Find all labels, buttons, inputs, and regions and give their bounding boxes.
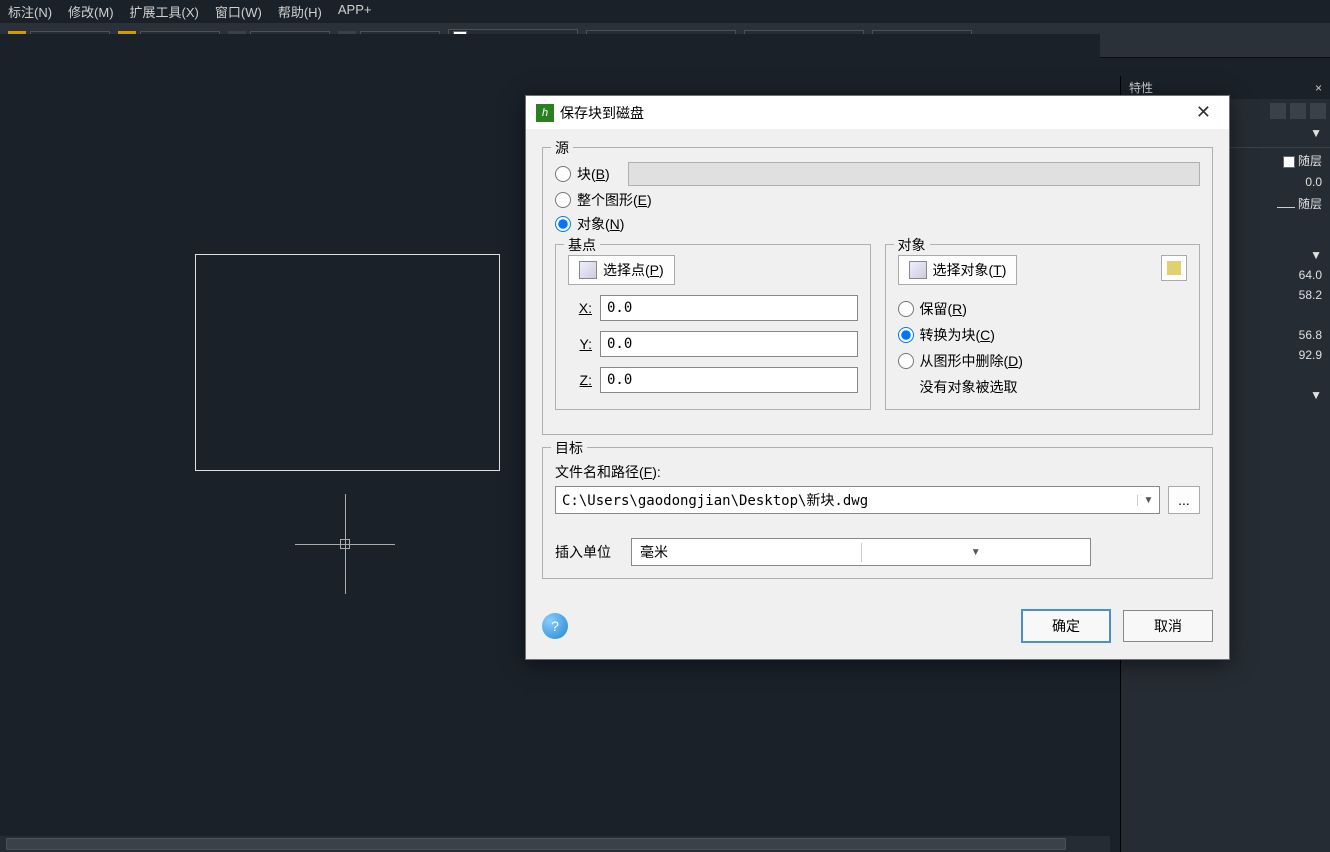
menu-app-plus[interactable]: APP+ [338,2,372,21]
retain-radio[interactable] [898,301,914,317]
save-block-dialog: h 保存块到磁盘 ✕ 源 块(B) 整个图形(E) 对象(N) [525,95,1230,660]
source-objects-label[interactable]: 对象(N) [577,214,624,234]
objects-legend: 对象 [894,235,930,255]
source-block-label[interactable]: 块(B) [577,164,610,184]
select-objects-button[interactable]: 选择对象(T) [898,255,1018,285]
y-label: Y: [568,336,592,352]
convert-label[interactable]: 转换为块(C) [920,325,995,345]
no-objects-label: 没有对象被选取 [920,377,1188,397]
delete-label[interactable]: 从图形中删除(D) [920,351,1023,371]
unit-dropdown-arrow[interactable]: ▼ [861,543,1091,562]
source-legend: 源 [551,138,573,158]
rectangle-shape[interactable] [195,254,500,471]
source-entire-radio[interactable] [555,192,571,208]
basepoint-legend: 基点 [564,235,600,255]
cancel-button[interactable]: 取消 [1123,610,1213,642]
source-fieldset: 源 块(B) 整个图形(E) 对象(N) 基点 选择 [542,147,1213,435]
source-objects-radio[interactable] [555,216,571,232]
delete-radio[interactable] [898,353,914,369]
target-fieldset: 目标 文件名和路径(F): ▼ ... 插入单位 毫米 ▼ [542,447,1213,579]
x-label: X: [568,300,592,316]
unit-label: 插入单位 [555,542,611,562]
retain-label[interactable]: 保留(R) [920,299,967,319]
path-input[interactable] [556,488,1137,512]
dialog-title: 保存块到磁盘 [560,103,644,123]
menu-annotate[interactable]: 标注(N) [8,2,52,21]
source-block-radio[interactable] [555,166,571,182]
app-icon: h [536,104,554,122]
browse-button[interactable]: ... [1168,486,1200,514]
x-input[interactable] [600,295,858,321]
z-label: Z: [568,372,592,388]
pick-point-button[interactable]: 选择点(P) [568,255,675,285]
path-label: 文件名和路径(F): [555,462,1200,482]
block-name-combo [628,162,1200,186]
menu-window[interactable]: 窗口(W) [215,2,262,21]
quick-select-icon[interactable] [1270,103,1286,119]
basepoint-fieldset: 基点 选择点(P) X: Y: Z: [555,244,871,410]
convert-radio[interactable] [898,327,914,343]
quick-select-icon-dlg [1167,261,1181,275]
unit-combo[interactable]: 毫米 ▼ [631,538,1091,566]
dialog-titlebar[interactable]: h 保存块到磁盘 ✕ [526,96,1229,129]
path-dropdown-arrow[interactable]: ▼ [1137,495,1159,506]
quick-select-button[interactable] [1161,255,1187,281]
ok-button[interactable]: 确定 [1021,609,1111,643]
select-objects-icon[interactable] [1290,103,1306,119]
menu-tools[interactable]: 扩展工具(X) [130,2,199,21]
objects-fieldset: 对象 选择对象(T) 保留(R) [885,244,1201,410]
select-objects-icon [909,261,927,279]
menubar: 标注(N) 修改(M) 扩展工具(X) 窗口(W) 帮助(H) APP+ [0,0,1330,23]
help-button[interactable]: ? [542,613,568,639]
horizontal-scrollbar[interactable] [0,836,1110,852]
properties-close-icon[interactable]: × [1315,81,1322,95]
unit-value: 毫米 [632,538,861,566]
source-entire-label[interactable]: 整个图形(E) [577,190,652,210]
target-legend: 目标 [551,438,587,458]
properties-title: 特性 [1129,79,1153,96]
close-icon[interactable]: ✕ [1188,102,1219,123]
menu-modify[interactable]: 修改(M) [68,2,114,21]
menu-help[interactable]: 帮助(H) [278,2,322,21]
pickset-icon[interactable] [1310,103,1326,119]
pick-point-icon [579,261,597,279]
y-input[interactable] [600,331,858,357]
z-input[interactable] [600,367,858,393]
